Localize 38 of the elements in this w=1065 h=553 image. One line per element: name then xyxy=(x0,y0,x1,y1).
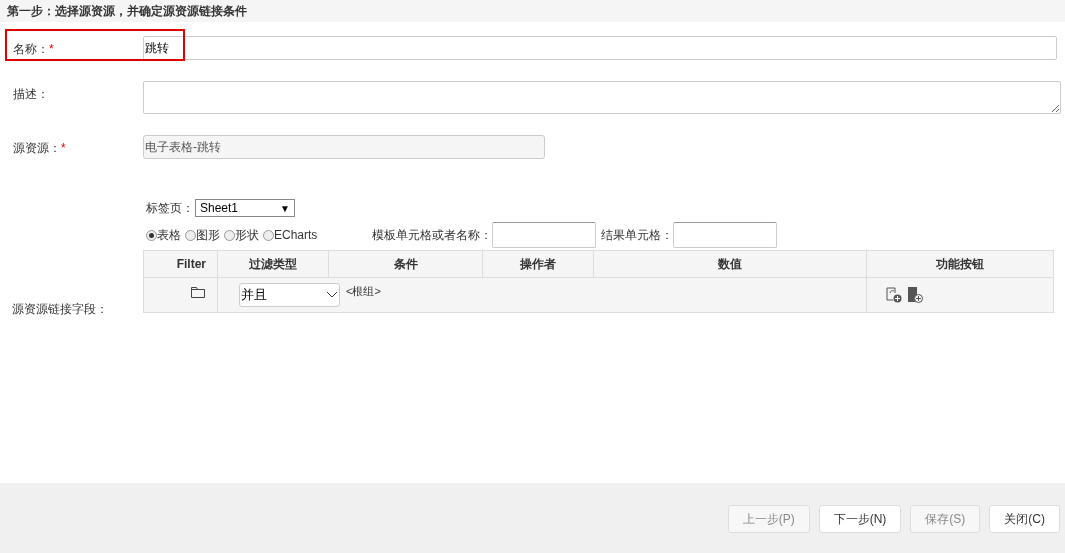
radio-button[interactable] xyxy=(224,229,235,241)
radio-label: 图形 xyxy=(196,227,220,244)
template-cell-label: 模板单元格或者名称： xyxy=(372,227,493,244)
condition-text: <根组> xyxy=(346,284,381,299)
result-cell-field[interactable] xyxy=(673,222,778,248)
radio-label: 表格 xyxy=(157,227,181,244)
add-condition-icon[interactable] xyxy=(886,287,902,303)
chevron-down-icon xyxy=(326,291,338,299)
column-header: 操作者 xyxy=(483,251,594,277)
radio-label: 形状 xyxy=(235,227,259,244)
column-header: 过滤类型 xyxy=(218,251,329,277)
required-mark: * xyxy=(49,41,54,58)
radio-label: ECharts xyxy=(274,227,318,244)
field-label: 名称： xyxy=(13,41,49,58)
column-header: Filter xyxy=(144,251,218,277)
template-cell-field[interactable] xyxy=(492,222,597,248)
radio-button[interactable] xyxy=(185,229,196,241)
required-mark: * xyxy=(61,140,66,157)
field-label: 描述： xyxy=(13,86,49,103)
column-header: 功能按钮 xyxy=(935,256,985,273)
add-group-icon[interactable] xyxy=(907,287,923,303)
step-title: 第一步：选择源资源，并确定源资源链接条件 xyxy=(7,3,247,20)
result-cell-label: 结果单元格： xyxy=(601,227,674,244)
sheet-select[interactable]: Sheet1 ▼ xyxy=(195,199,295,217)
footer-button[interactable]: 关闭(C) xyxy=(989,504,1060,533)
folder-icon[interactable] xyxy=(191,287,205,298)
column-header: 条件 xyxy=(329,251,483,277)
column-header: 数值 xyxy=(594,251,867,277)
field-label: 源资源： xyxy=(13,140,61,157)
description-field[interactable] xyxy=(143,81,1061,114)
sheet-label: 标签页： xyxy=(146,200,194,217)
field-label: 源资源链接字段： xyxy=(12,301,108,318)
radio-button[interactable] xyxy=(146,229,157,241)
filter-type-select[interactable]: 并且 xyxy=(239,283,340,307)
radio-button[interactable] xyxy=(263,229,274,241)
name-field[interactable]: 跳转 xyxy=(143,36,1057,60)
footer-button[interactable]: 下一步(N) xyxy=(818,504,902,533)
source-field[interactable]: 电子表格-跳转 xyxy=(143,135,545,159)
